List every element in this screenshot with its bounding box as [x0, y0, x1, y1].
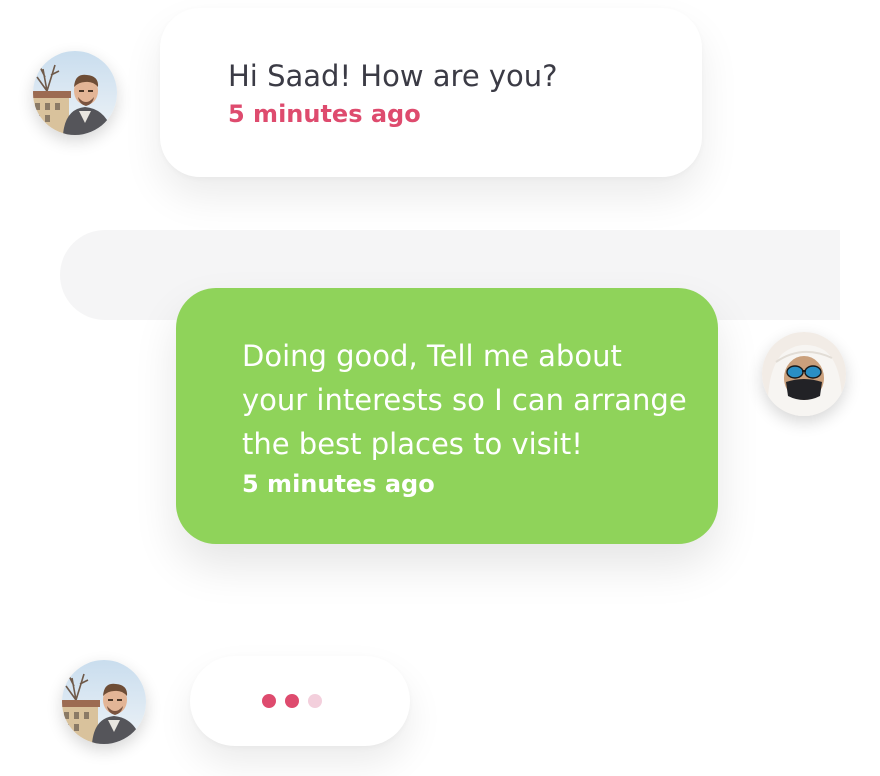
message-timestamp: 5 minutes ago [228, 100, 421, 128]
recipient-avatar[interactable] [762, 332, 846, 416]
sender-avatar[interactable] [33, 51, 117, 135]
man-sunglasses-mask-photo [762, 332, 846, 416]
typing-dots [262, 694, 322, 708]
message-timestamp: 5 minutes ago [242, 470, 435, 498]
man-selfie-photo [33, 51, 117, 135]
typing-avatar[interactable] [62, 660, 146, 744]
chat-thread: Hi Saad! How are you? 5 minutes ago Doin… [0, 0, 880, 776]
message-text: Doing good, Tell me about your interests… [242, 339, 687, 461]
man-selfie-photo [62, 660, 146, 744]
incoming-message-bubble[interactable]: Hi Saad! How are you? 5 minutes ago [160, 8, 702, 177]
outgoing-message-bubble[interactable]: Doing good, Tell me about your interests… [176, 288, 718, 544]
typing-dot [262, 694, 276, 708]
typing-dot [285, 694, 299, 708]
typing-dot [308, 694, 322, 708]
typing-indicator-bubble [190, 656, 410, 746]
message-text: Hi Saad! How are you? [228, 59, 558, 93]
